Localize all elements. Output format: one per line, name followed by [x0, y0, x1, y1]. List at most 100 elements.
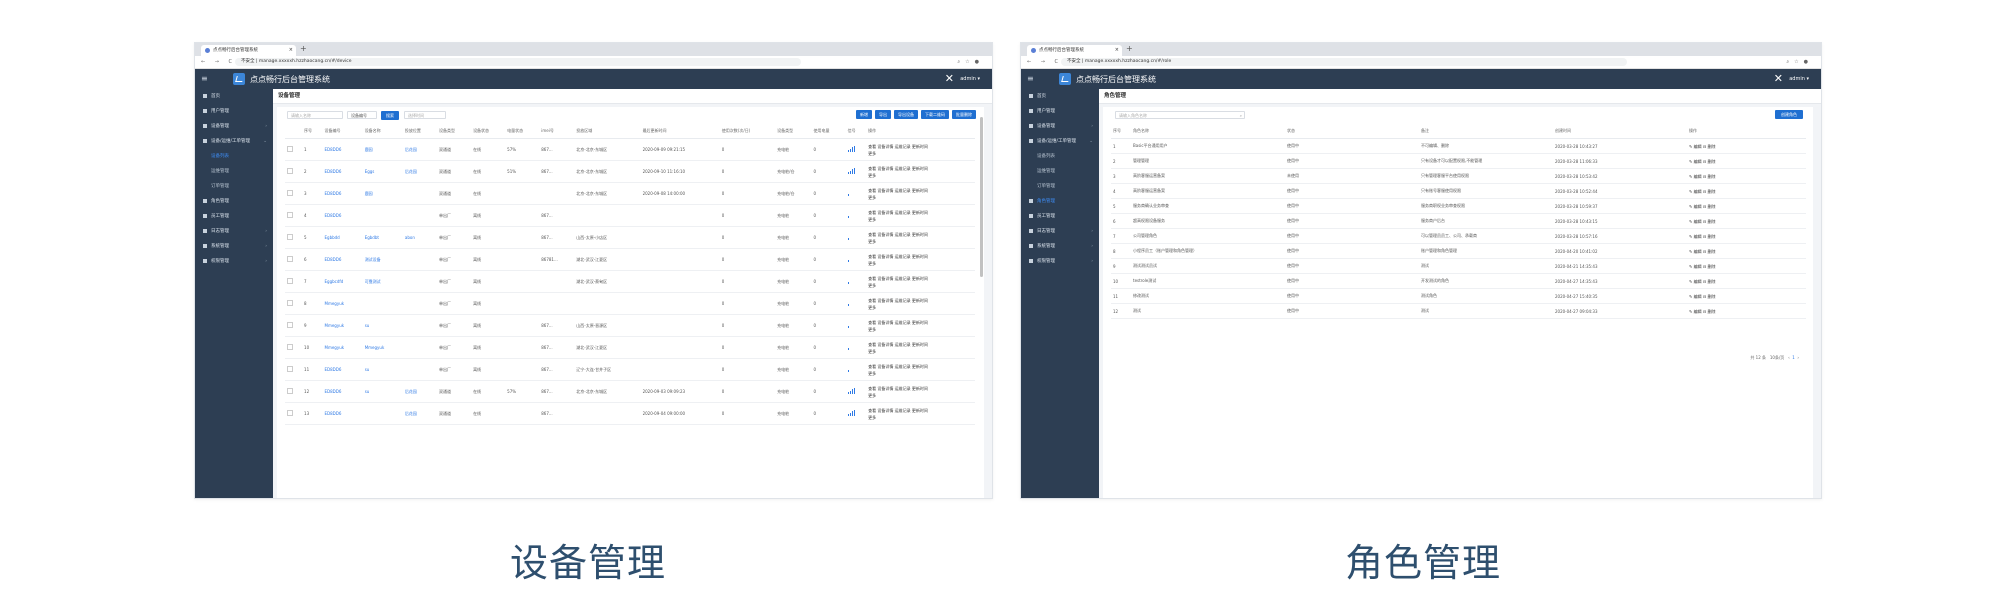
action-more[interactable]: 更多: [868, 194, 973, 201]
sidebar-item[interactable]: 首页: [195, 89, 273, 104]
action-links[interactable]: 查看 设备详情 运维记录 更新时间: [868, 209, 973, 216]
table-row[interactable]: 8 Mmegyuk 单出厂 离线 0 充电桩 0 查看 设备详情 运维记录 更新时间 更多: [285, 292, 975, 315]
search-icon[interactable]: ⌕: [1240, 112, 1242, 120]
cell-code[interactable]: ED8DD6: [322, 402, 363, 425]
checkbox[interactable]: [287, 146, 293, 152]
action-links[interactable]: 查看 设备详情 运维记录 更新时间: [868, 407, 973, 414]
sidebar-item[interactable]: 系统管理 ›: [1021, 239, 1099, 254]
action-links[interactable]: 查看 设备详情 运维记录 更新时间: [868, 341, 973, 348]
cell-code[interactable]: ED8DD6: [322, 204, 363, 227]
table-row[interactable]: 6 超高权限设备服务 使用中 服务商户后台 2020-03-28 10:43:15 ✎ 编…: [1111, 213, 1806, 229]
cell-name[interactable]: Mmegyuk: [362, 336, 403, 359]
checkbox[interactable]: [287, 322, 293, 328]
table-row[interactable]: 5 Egbbdd Egbdbt abon 单出厂 离线 867... 山西-太原-小店区 0 充电…: [285, 226, 975, 249]
action-links[interactable]: 查看 设备详情 运维记录 更新时间: [868, 187, 973, 194]
table-row[interactable]: 8 小程序员工（账户管理和角色管理） 使用中 账户管理和角色管理 2020-04-20 …: [1111, 243, 1806, 259]
sidebar-item[interactable]: 设备管理 ›: [195, 119, 273, 134]
row-checkbox[interactable]: [285, 226, 303, 249]
pager-size-select[interactable]: 10条/页: [1770, 355, 1784, 360]
cell-code[interactable]: Mmegyuk: [322, 292, 363, 315]
cell-code[interactable]: ED8DD6: [322, 182, 363, 205]
row-actions[interactable]: 查看 设备详情 运维记录 更新时间 更多: [866, 204, 975, 227]
cell-name[interactable]: su: [362, 358, 403, 381]
row-actions[interactable]: ✎ 编辑 ⊟ 删除: [1687, 198, 1806, 214]
cell-place[interactable]: 后花园: [402, 138, 437, 161]
cell-name[interactable]: [362, 204, 403, 227]
cell-place[interactable]: [402, 292, 437, 315]
row-actions[interactable]: ✎ 编辑 ⊟ 删除: [1687, 153, 1806, 169]
row-actions[interactable]: 查看 设备详情 运维记录 更新时间 更多: [866, 402, 975, 425]
sidebar-item[interactable]: 订单管理: [1021, 179, 1099, 194]
checkbox[interactable]: [287, 212, 293, 218]
action-more[interactable]: 更多: [868, 216, 973, 223]
action-more[interactable]: 更多: [868, 414, 973, 421]
sidebar-item[interactable]: 运维管理: [195, 164, 273, 179]
sidebar-item[interactable]: 运维管理: [1021, 164, 1099, 179]
checkbox[interactable]: [287, 168, 293, 174]
table-row[interactable]: 4 高阶客服运营备案 使用中 只有账号客服使用权限 2020-03-28 10:52:4…: [1111, 183, 1806, 199]
cell-place[interactable]: [402, 204, 437, 227]
sidebar-item[interactable]: 日志管理 ›: [195, 224, 273, 239]
sidebar-item[interactable]: 系统管理 ›: [195, 239, 273, 254]
fullscreen-icon[interactable]: ✕: [945, 72, 954, 85]
cell-name[interactable]: su: [362, 380, 403, 403]
action-more[interactable]: 更多: [868, 238, 973, 245]
url-field[interactable]: 不安全 | manage.xxxxxh.hzzhaocang.cn/#/role: [1061, 58, 1627, 66]
action-button[interactable]: 新增: [856, 110, 872, 119]
cell-code[interactable]: ED8DD6: [322, 248, 363, 271]
cell-name[interactable]: Egbdbt: [362, 226, 403, 249]
url-field[interactable]: 不安全 | manage.xxxxxh.hzzhaocang.cn/#/devi…: [235, 58, 801, 66]
action-button[interactable]: 导出: [875, 110, 891, 119]
new-tab-icon[interactable]: +: [300, 44, 307, 53]
role-search-input[interactable]: 请输入角色名称 ⌕: [1115, 111, 1245, 119]
row-checkbox[interactable]: [285, 182, 303, 205]
browser-tab[interactable]: 点点畅行后台管理系统 ×: [1027, 45, 1122, 56]
browser-nav-icons[interactable]: ← → C: [201, 56, 236, 68]
cell-name[interactable]: 鹿园: [362, 138, 403, 161]
field-select[interactable]: 设备编号: [347, 111, 377, 119]
cell-place[interactable]: abon: [402, 226, 437, 249]
action-links[interactable]: 查看 设备详情 运维记录 更新时间: [868, 231, 973, 238]
cell-code[interactable]: ED8DD6: [322, 160, 363, 183]
action-links[interactable]: 查看 设备详情 运维记录 更新时间: [868, 297, 973, 304]
action-button[interactable]: 导出设备: [894, 110, 918, 119]
table-row[interactable]: 2 ED8DD6 Eggs 后花园 双通道 在线 51% 867... 北京-北京-东城区 202…: [285, 160, 975, 183]
sidebar-item[interactable]: 日志管理 ›: [1021, 224, 1099, 239]
menu-icon[interactable]: ≡: [1027, 74, 1034, 83]
action-links[interactable]: 查看 设备详情 运维记录 更新时间: [868, 319, 973, 326]
table-row[interactable]: 3 高阶客服运营备案 未使用 只有管理客服平台使用权限 2020-03-28 10:53…: [1111, 168, 1806, 184]
sidebar-item[interactable]: 角色管理: [1021, 194, 1099, 209]
row-checkbox[interactable]: [285, 270, 303, 293]
pager-next-icon[interactable]: ›: [1797, 355, 1799, 360]
checkbox[interactable]: [287, 190, 293, 196]
new-tab-icon[interactable]: +: [1126, 44, 1133, 53]
table-row[interactable]: 13 ED8DD6 后花园 双通道 在线 867... 2020-09-04 09:00:0…: [285, 402, 975, 425]
fullscreen-icon[interactable]: ✕: [1774, 72, 1783, 85]
table-row[interactable]: 9 测试测试员试 使用中 测试 2020-04-21 14:35:43 ✎ 编辑 ⊟ 删除: [1111, 258, 1806, 274]
row-actions[interactable]: ✎ 编辑 ⊟ 删除: [1687, 303, 1806, 319]
checkbox[interactable]: [287, 344, 293, 350]
sidebar-item[interactable]: 订单管理: [195, 179, 273, 194]
action-links[interactable]: 查看 设备详情 运维记录 更新时间: [868, 385, 973, 392]
row-checkbox[interactable]: [285, 380, 303, 403]
cell-name[interactable]: [362, 292, 403, 315]
cell-name[interactable]: 测试设备: [362, 248, 403, 271]
row-actions[interactable]: ✎ 编辑 ⊟ 删除: [1687, 168, 1806, 184]
action-links[interactable]: 查看 设备详情 运维记录 更新时间: [868, 253, 973, 260]
row-actions[interactable]: ✎ 编辑 ⊟ 删除: [1687, 138, 1806, 154]
action-more[interactable]: 更多: [868, 150, 973, 157]
table-row[interactable]: 2 管理管理 使用中 只有设备才可以配置权限,不能管理 2020-03-28 11:06…: [1111, 153, 1806, 169]
cell-name[interactable]: 鹿园: [362, 182, 403, 205]
table-row[interactable]: 11 ED8DD6 su 单出厂 离线 867... 辽宁-大连-甘井子区 0 充电桩 0 查看 设…: [285, 358, 975, 381]
scrollbar[interactable]: [980, 117, 983, 277]
row-checkbox[interactable]: [285, 314, 303, 337]
browser-action-icons[interactable]: ⌕☆●: [957, 56, 984, 68]
checkbox[interactable]: [287, 256, 293, 262]
sidebar-item[interactable]: 设备/运维/工单管理 ⌄: [1021, 134, 1099, 149]
table-row[interactable]: 5 服务商确认业务审查 使用中 服务商职权业务审查权限 2020-03-28 10:59…: [1111, 198, 1806, 214]
sidebar-item[interactable]: 角色管理: [195, 194, 273, 209]
row-actions[interactable]: 查看 设备详情 运维记录 更新时间 更多: [866, 160, 975, 183]
cell-code[interactable]: ED8DD6: [322, 380, 363, 403]
search-button[interactable]: 搜索: [381, 110, 399, 120]
cell-code[interactable]: Mmegyuk: [322, 314, 363, 337]
